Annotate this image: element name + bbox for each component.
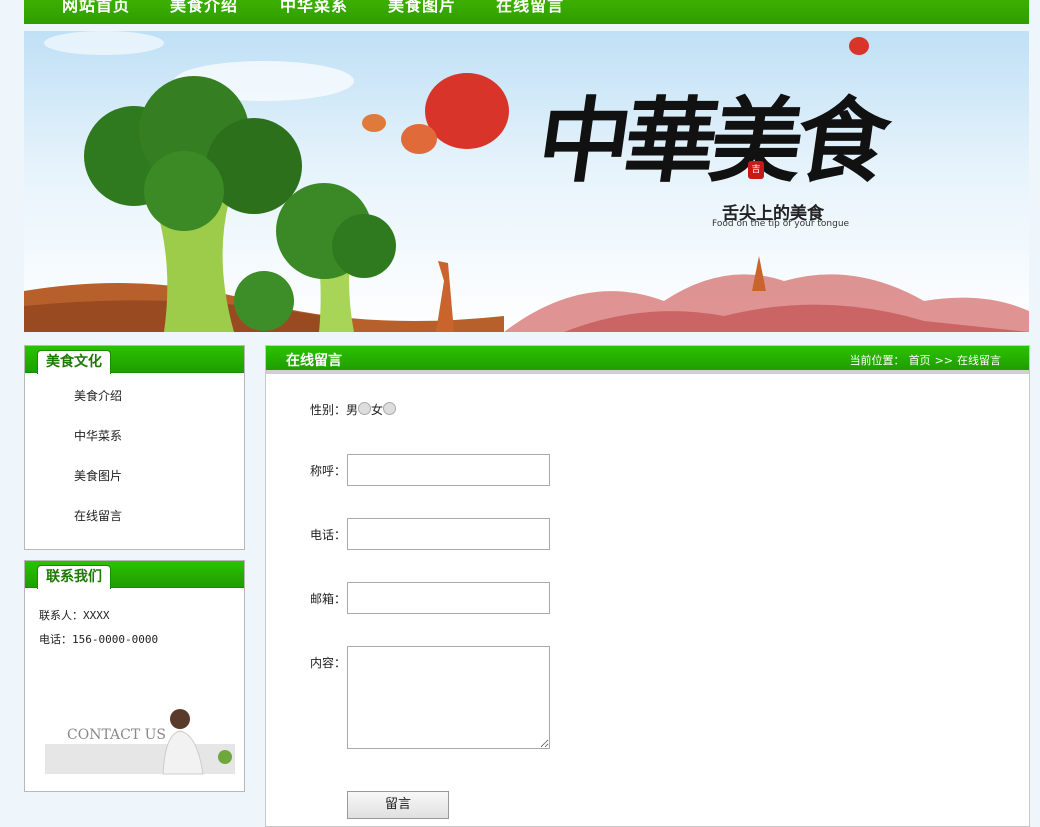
nav-food-pictures[interactable]: 美食图片 <box>388 0 456 14</box>
gender-label: 性别： <box>310 403 347 417</box>
breadcrumb-home[interactable]: 首页 <box>909 354 931 367</box>
breadcrumb: 当前位置： 首页 >> 在线留言 <box>848 352 1003 368</box>
culture-menu: 美食介绍 中华菜系 美食图片 在线留言 <box>25 373 244 547</box>
phone-row: 电话： <box>310 526 346 543</box>
submit-button[interactable]: 留言 <box>347 791 449 819</box>
breadcrumb-separator: >> <box>934 354 953 367</box>
nav-message[interactable]: 在线留言 <box>496 0 564 14</box>
page-title: 在线留言 <box>286 353 342 369</box>
nav-food-intro[interactable]: 美食介绍 <box>170 0 238 14</box>
banner-illustration <box>24 31 1029 332</box>
gender-row: 性别：男女 <box>310 401 397 418</box>
culture-panel-header: 美食文化 <box>25 346 244 374</box>
contact-info: 联系人：XXXX 电话：156-0000-0000 <box>25 588 244 652</box>
content-label: 内容： <box>310 656 347 670</box>
email-label: 邮箱： <box>310 592 347 606</box>
top-nav: 网站首页 美食介绍 中华菜系 美食图片 在线留言 <box>24 0 1029 24</box>
contact-panel-title: 联系我们 <box>37 565 111 589</box>
breadcrumb-prefix: 当前位置： <box>849 354 905 367</box>
name-field[interactable] <box>347 454 550 486</box>
contact-us-image: CONTACT US <box>45 699 235 779</box>
gender-female-label: 女 <box>371 403 384 417</box>
contact-person: 联系人：XXXX <box>39 609 110 622</box>
nav-cuisines[interactable]: 中华菜系 <box>280 0 348 14</box>
sidebar-item-cuisines[interactable]: 中华菜系 <box>74 427 244 467</box>
culture-panel-title: 美食文化 <box>37 350 111 374</box>
banner-tagline: Food on the tip of your tongue <box>712 219 850 229</box>
email-row: 邮箱： <box>310 590 346 607</box>
culture-panel: 美食文化 美食介绍 中华菜系 美食图片 在线留言 <box>24 345 245 550</box>
message-panel-header: 在线留言 当前位置： 首页 >> 在线留言 <box>266 346 1029 374</box>
email-field[interactable] <box>347 582 550 614</box>
name-row: 称呼： <box>310 462 346 479</box>
name-label: 称呼： <box>310 464 347 478</box>
banner-title: 中華美食 <box>531 87 891 195</box>
gender-male-radio[interactable] <box>358 402 372 415</box>
phone-label: 电话： <box>310 528 347 542</box>
sidebar-item-food-pictures[interactable]: 美食图片 <box>74 467 244 507</box>
breadcrumb-current: 在线留言 <box>957 354 1001 367</box>
sidebar-item-message[interactable]: 在线留言 <box>74 507 244 547</box>
contact-phone: 电话：156-0000-0000 <box>39 633 159 646</box>
gender-female-radio[interactable] <box>383 402 397 415</box>
banner-seal: 吉 <box>748 161 764 179</box>
gender-male-label: 男 <box>346 403 359 417</box>
content-textarea[interactable] <box>347 646 550 749</box>
contact-us-image-text: CONTACT US <box>67 727 166 743</box>
message-panel: 在线留言 当前位置： 首页 >> 在线留言 性别：男女 称呼： 电话： 邮箱： 内容：… <box>265 345 1030 827</box>
banner: 中華美食 吉 舌尖上的美食 Food on the tip of your to… <box>24 31 1029 332</box>
contact-panel: 联系我们 联系人：XXXX 电话：156-0000-0000 CONTACT U… <box>24 560 245 792</box>
content-row: 内容： <box>310 654 346 671</box>
contact-panel-header: 联系我们 <box>25 561 244 589</box>
sidebar-item-food-intro[interactable]: 美食介绍 <box>74 387 244 427</box>
phone-field[interactable] <box>347 518 550 550</box>
nav-home[interactable]: 网站首页 <box>62 0 130 14</box>
